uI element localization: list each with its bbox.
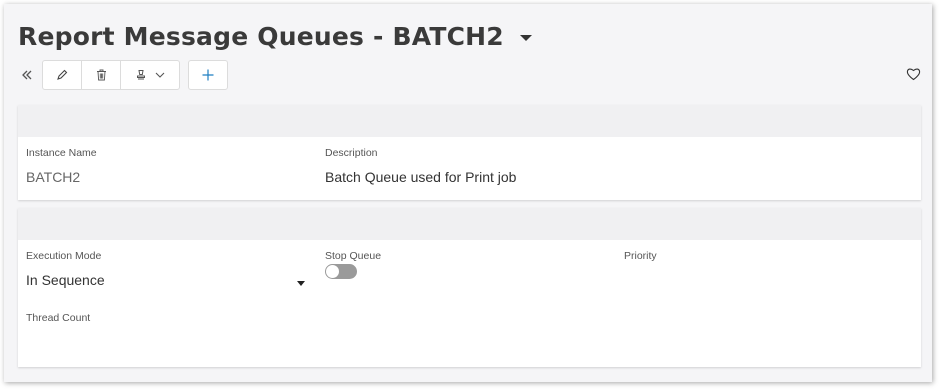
thread-count-field: Thread Count: [26, 312, 90, 324]
page-title: Report Message Queues - BATCH2: [18, 21, 504, 51]
chevron-down-icon: [155, 72, 165, 78]
page-frame: Report Message Queues - BATCH2 Instance …: [4, 4, 932, 382]
settings-card: Execution Mode In Sequence Stop Queue Pr…: [18, 208, 921, 367]
general-card: Instance Name BATCH2 Description Batch Q…: [18, 105, 921, 200]
title-row: Report Message Queues - BATCH2: [18, 18, 532, 54]
delete-button[interactable]: [82, 61, 121, 89]
priority-field: Priority: [624, 250, 657, 262]
record-actions-group: [42, 60, 180, 90]
execution-mode-label: Execution Mode: [26, 250, 102, 262]
description-value: Batch Queue used for Print job: [325, 169, 517, 185]
stop-queue-toggle[interactable]: [325, 264, 357, 279]
heart-icon[interactable]: [906, 66, 922, 82]
toggle-knob: [326, 265, 339, 278]
execution-mode-select[interactable]: In Sequence: [26, 272, 308, 288]
actions-dropdown-button[interactable]: [121, 61, 179, 89]
stamp-icon: [137, 70, 145, 80]
stop-queue-label: Stop Queue: [325, 250, 382, 262]
instance-name-field: Instance Name BATCH2: [26, 147, 97, 185]
instance-name-label: Instance Name: [26, 147, 97, 159]
priority-label: Priority: [624, 250, 657, 262]
add-button[interactable]: [188, 60, 228, 90]
stop-queue-field: Stop Queue: [325, 250, 381, 279]
settings-card-header: [18, 208, 921, 240]
instance-name-value: BATCH2: [26, 169, 81, 185]
toolbar: [18, 60, 228, 90]
general-card-header: [18, 105, 921, 137]
double-chevron-left-icon[interactable]: [18, 60, 36, 90]
execution-mode-caret-icon[interactable]: [297, 281, 305, 286]
description-label: Description: [325, 147, 378, 159]
execution-mode-field[interactable]: Execution Mode In Sequence: [26, 250, 308, 288]
pencil-icon: [57, 69, 68, 80]
trash-icon: [96, 69, 106, 81]
plus-icon: [202, 69, 214, 81]
thread-count-label: Thread Count: [26, 312, 91, 324]
description-field: Description Batch Queue used for Print j…: [325, 147, 516, 185]
edit-button[interactable]: [43, 61, 82, 89]
title-dropdown-caret-icon[interactable]: [519, 35, 532, 41]
